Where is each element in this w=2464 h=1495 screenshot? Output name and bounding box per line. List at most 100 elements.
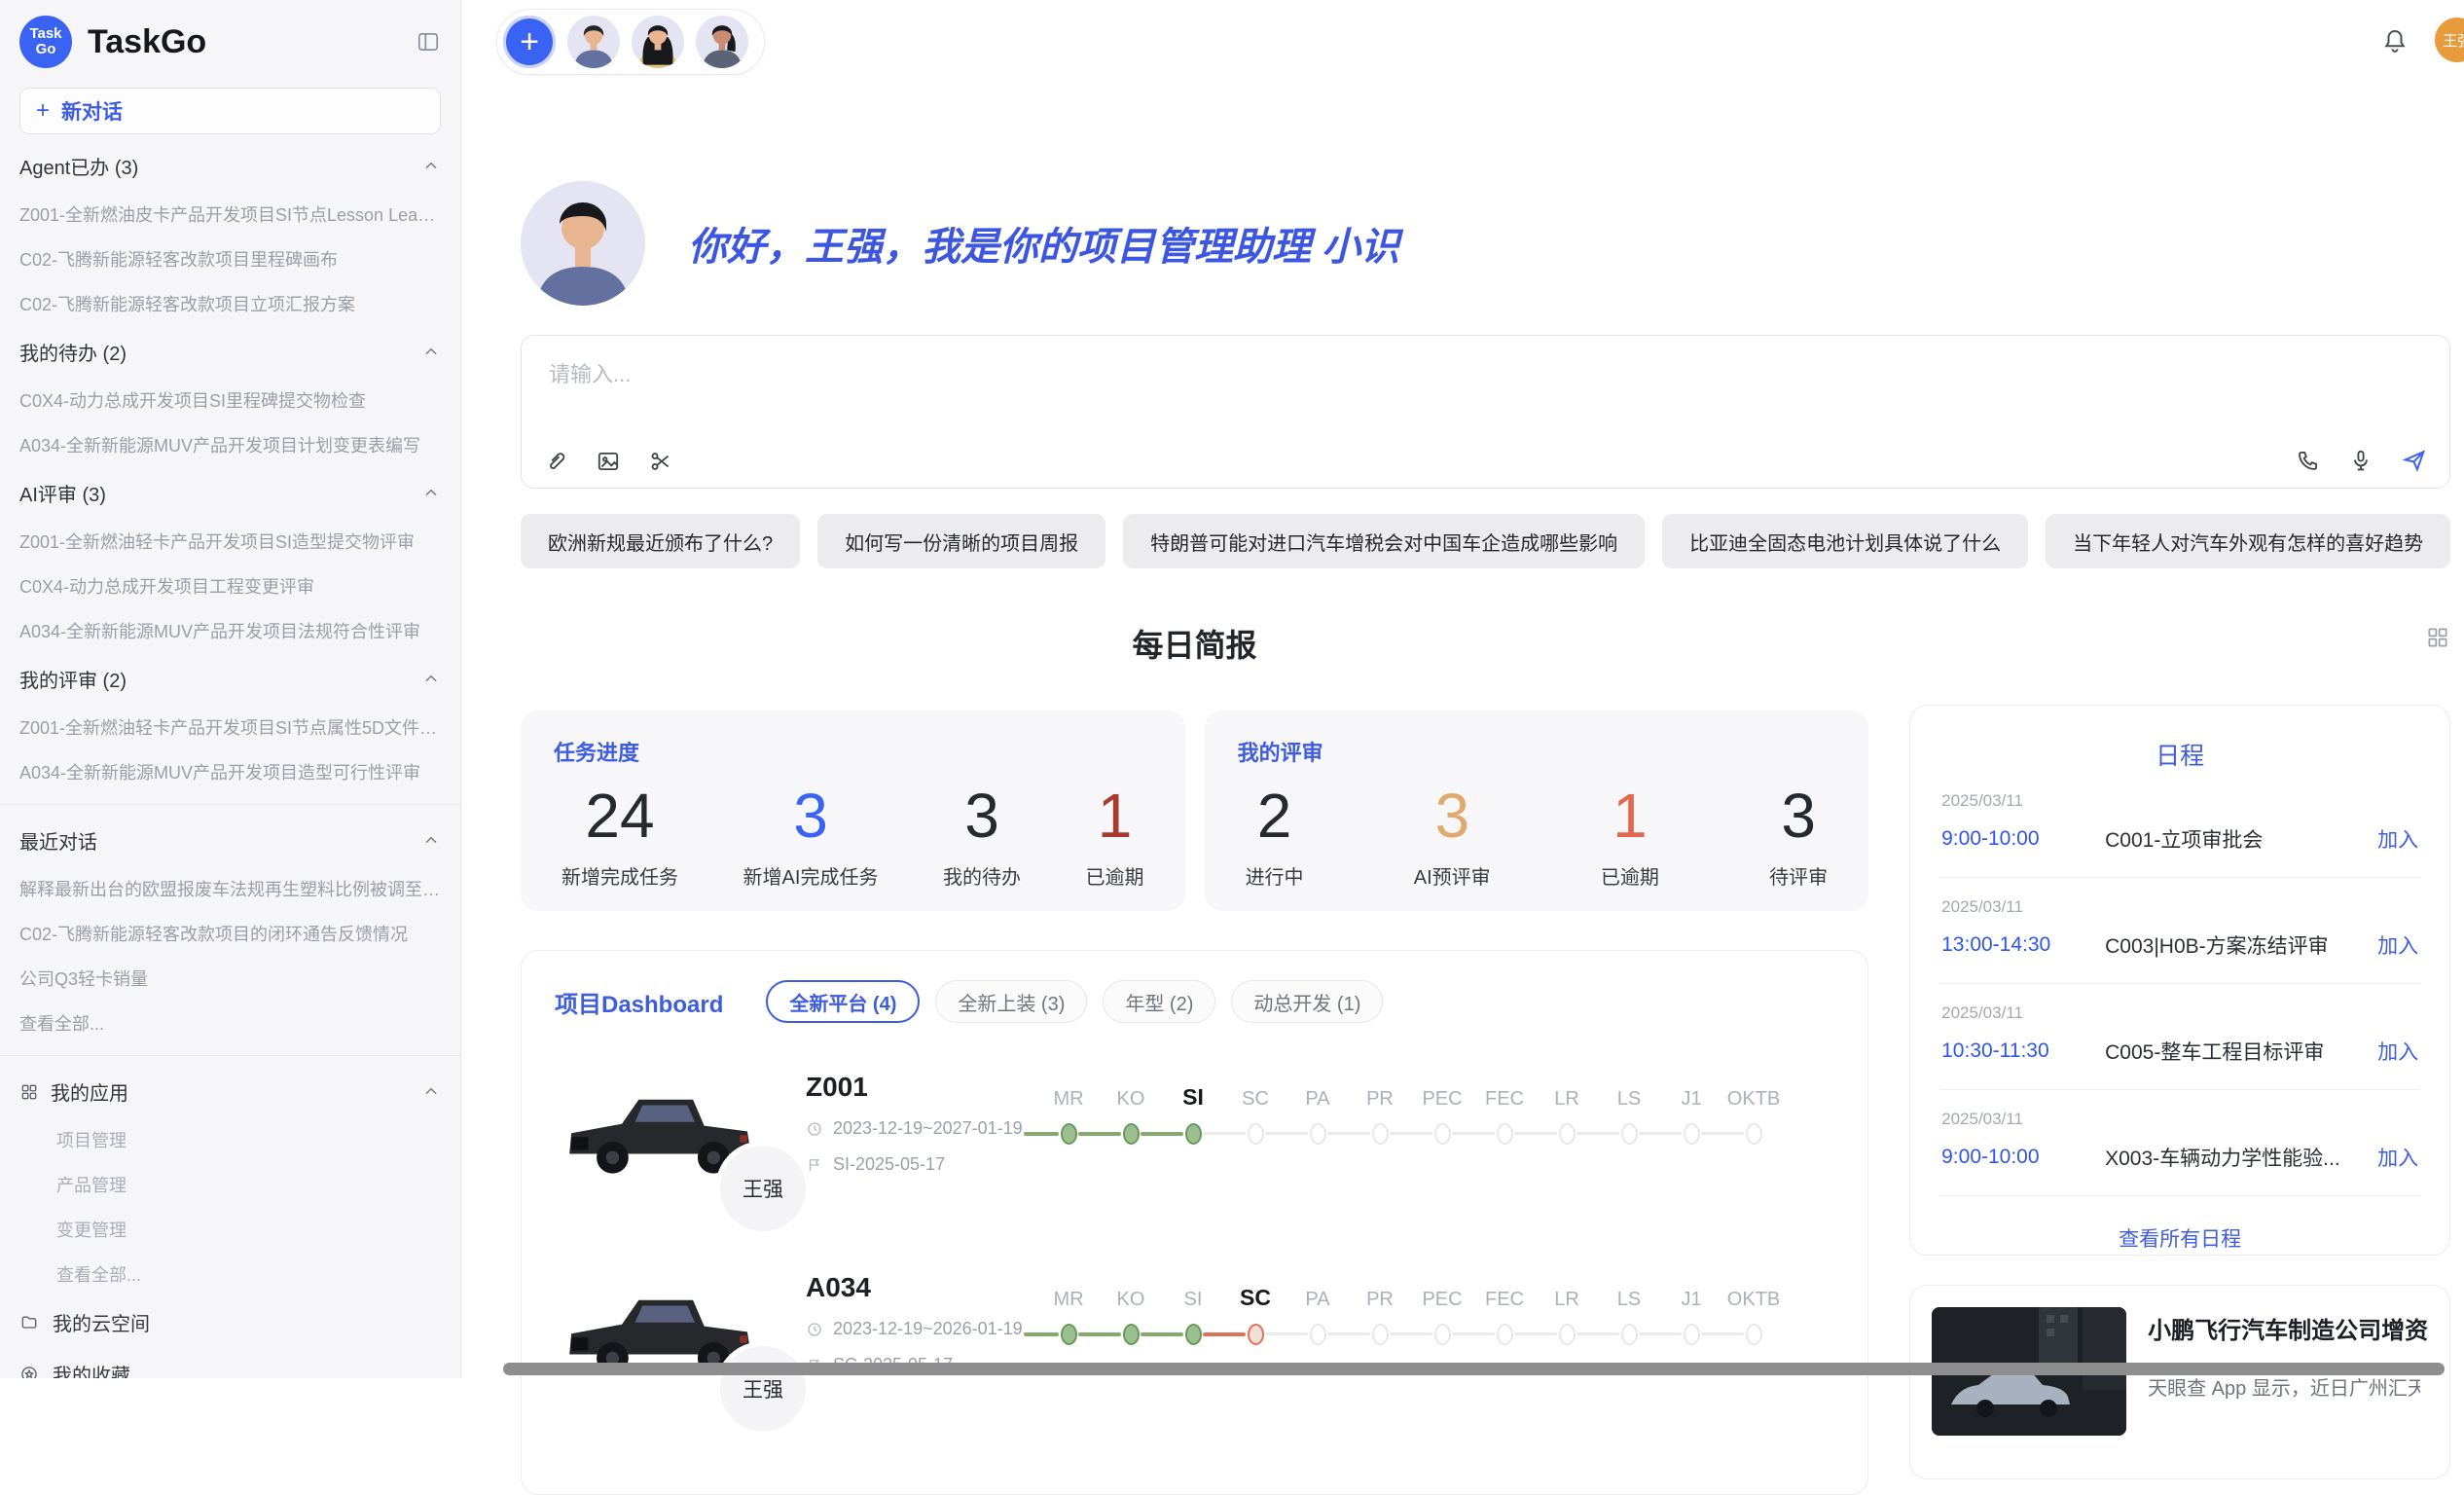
suggestion-chip[interactable]: 当下年轻人对汽车外观有怎样的喜好趋势 (2046, 514, 2450, 568)
suggestion-chip[interactable]: 特朗普可能对进口汽车增税会对中国车企造成哪些影响 (1123, 514, 1645, 568)
sidebar-item[interactable]: Z001-全新燃油皮卡产品开发项目SI节点Lesson Learn报告 (0, 192, 460, 237)
milestone[interactable]: OKTB (1722, 1076, 1785, 1145)
sidebar-group-header[interactable]: Agent已办 (3) (0, 140, 460, 192)
sidebar-app-item[interactable]: 变更管理 (0, 1207, 460, 1252)
milestone-label: LR (1554, 1076, 1579, 1111)
sidebar-group-title: 我的评审 (2) (19, 665, 127, 693)
project-owner-avatar[interactable]: 王强 (720, 1346, 806, 1432)
attachment-icon[interactable] (543, 449, 568, 474)
sidebar-group-items: C0X4-动力总成开发项目SI里程碑提交物检查A034-全新新能源MUV产品开发… (0, 378, 460, 467)
event-name[interactable]: X003-车辆动力学性能验... (2105, 1143, 2377, 1172)
sidebar-item[interactable]: A034-全新新能源MUV产品开发项目造型可行性评审 (0, 749, 460, 794)
event-time: 9:00-10:00 (1941, 1146, 2105, 1169)
sidebar-collapse-icon[interactable] (416, 29, 441, 55)
user-avatar[interactable]: 王强 (2435, 18, 2464, 62)
send-icon[interactable] (2401, 447, 2428, 474)
agent-avatar[interactable] (632, 16, 684, 68)
event-name[interactable]: C001-立项审批会 (2105, 824, 2377, 854)
sidebar-item[interactable]: A034-全新新能源MUV产品开发项目计划变更表编写 (0, 422, 460, 467)
scissors-icon[interactable] (648, 449, 673, 474)
sidebar-group-header[interactable]: 我的评审 (2) (0, 653, 460, 705)
agent-avatar[interactable] (696, 16, 748, 68)
milestone-label: MR (1053, 1276, 1083, 1311)
milestone-connector (1203, 1332, 1246, 1336)
horizontal-scrollbar[interactable] (503, 1363, 2445, 1375)
recent-chats-header[interactable]: 最近对话 (0, 815, 460, 866)
briefing-grid-icon[interactable] (2425, 625, 2450, 650)
sidebar-item[interactable]: C02-飞腾新能源轻客改款项目里程碑画布 (0, 237, 460, 281)
milestone-label: LS (1617, 1276, 1641, 1311)
project-owner-avatar[interactable]: 王强 (720, 1146, 806, 1231)
event-join-link[interactable]: 加入 (2377, 930, 2418, 960)
milestone-label: SI (1184, 1276, 1203, 1311)
sidebar-app-item[interactable]: 项目管理 (0, 1117, 460, 1162)
view-all-schedule-link[interactable]: 查看所有日程 (1939, 1223, 2420, 1253)
sidebar-item[interactable]: C02-飞腾新能源轻客改款项目的闭环通告反馈情况 (0, 911, 460, 956)
milestone-dot (1746, 1324, 1762, 1345)
sidebar-item[interactable]: 解释最新出台的欧盟报废车法规再生塑料比例被调至15%... (0, 866, 460, 911)
news-card[interactable]: 小鹏飞行汽车制造公司增资 天眼查 App 显示，近日广州汇天飞行汽... (1909, 1285, 2450, 1479)
notification-bell-icon[interactable] (2380, 25, 2410, 55)
dashboard-tabs: 全新平台 (4) 全新上装 (3) 年型 (2) 动总开发 (1) (766, 980, 1383, 1023)
milestone-label: OKTB (1727, 1076, 1780, 1111)
project-code[interactable]: Z001 (806, 1072, 1037, 1103)
milestone-dot (1061, 1123, 1077, 1145)
event-join-link[interactable]: 加入 (2377, 1143, 2418, 1172)
project-info: A034 2023-12-19~2026-01-19 SC-2025-05-17 (806, 1268, 1037, 1375)
sidebar-item[interactable]: 公司Q3轻卡销量 (0, 956, 460, 1001)
dashboard-filter-tab[interactable]: 年型 (2) (1103, 980, 1215, 1023)
sidebar-item-favorites[interactable]: 我的收藏 (0, 1348, 460, 1378)
sidebar-group-title: AI评审 (3) (19, 479, 106, 507)
event-join-link[interactable]: 加入 (2377, 824, 2418, 854)
event-name[interactable]: C005-整车工程目标评审 (2105, 1037, 2377, 1066)
stat-value: 3 (793, 771, 828, 861)
milestone-dot (1248, 1324, 1264, 1345)
image-icon[interactable] (596, 449, 621, 474)
top-bar: + 王强 (496, 0, 2450, 76)
sidebar-app-item[interactable]: 产品管理 (0, 1162, 460, 1207)
chevron-up-icon (421, 157, 441, 176)
dashboard-filter-tab[interactable]: 动总开发 (1) (1231, 980, 1383, 1023)
stat-value: 3 (1781, 771, 1816, 861)
project-date-range: 2023-12-19~2026-01-19 (833, 1319, 1023, 1339)
sidebar: Task Go TaskGo + 新对话 Agent已办 (3) Z001-全新… (0, 0, 461, 1378)
project-code[interactable]: A034 (806, 1272, 1037, 1303)
chat-input[interactable] (547, 355, 2428, 435)
milestone-timeline: MR KO SI SC PA PR PEC FEC LR LS (1037, 1068, 1834, 1145)
microphone-icon[interactable] (2348, 448, 2373, 473)
sidebar-item[interactable]: Z001-全新燃油轻卡产品开发项目SI节点属性5D文件评审 (0, 705, 460, 749)
milestone-label: LR (1554, 1276, 1579, 1311)
sidebar-item[interactable]: C0X4-动力总成开发项目工程变更评审 (0, 564, 460, 608)
milestone-dot (1185, 1123, 1202, 1145)
sidebar-item[interactable]: A034-全新新能源MUV产品开发项目法规符合性评审 (0, 608, 460, 653)
my-apps-header[interactable]: 我的应用 (0, 1066, 460, 1117)
suggestion-chip[interactable]: 如何写一份清晰的项目周报 (817, 514, 1105, 568)
milestone-label: LS (1617, 1076, 1641, 1111)
stat-cards: 任务进度 24 新增完成任务 3 新增AI完成任务 3 我的待办 1 已逾期 我… (521, 711, 1868, 911)
sidebar-item[interactable]: 查看全部... (0, 1001, 460, 1045)
milestone[interactable]: OKTB (1722, 1276, 1785, 1345)
sidebar-group-items: Z001-全新燃油轻卡产品开发项目SI造型提交物评审C0X4-动力总成开发项目工… (0, 519, 460, 653)
sidebar-group-header[interactable]: 我的待办 (2) (0, 326, 460, 378)
agent-avatar[interactable] (567, 16, 620, 68)
event-name[interactable]: C003|H0B-方案冻结评审 (2105, 930, 2377, 960)
sidebar-app-item[interactable]: 查看全部... (0, 1252, 460, 1296)
new-chat-button[interactable]: + 新对话 (19, 88, 441, 134)
dashboard-filter-tab[interactable]: 全新平台 (4) (766, 980, 920, 1023)
phone-icon[interactable] (2296, 448, 2321, 473)
dashboard-filter-tab[interactable]: 全新上装 (3) (935, 980, 1087, 1023)
stat-label: 我的待办 (943, 861, 1021, 890)
add-agent-button[interactable]: + (503, 16, 556, 68)
suggestion-chip[interactable]: 欧洲新规最近颁布了什么? (521, 514, 800, 568)
sidebar-item[interactable]: C02-飞腾新能源轻客改款项目立项汇报方案 (0, 281, 460, 326)
sidebar-item[interactable]: C0X4-动力总成开发项目SI里程碑提交物检查 (0, 378, 460, 422)
milestone-dot (1746, 1123, 1762, 1145)
sidebar-item[interactable]: Z001-全新燃油轻卡产品开发项目SI造型提交物评审 (0, 519, 460, 564)
sidebar-item-cloud-space[interactable]: 我的云空间 (0, 1296, 460, 1348)
sidebar-group-header[interactable]: AI评审 (3) (0, 467, 460, 519)
chevron-up-icon (421, 484, 441, 503)
suggestion-chip[interactable]: 比亚迪全固态电池计划具体说了什么 (1662, 514, 2028, 568)
event-join-link[interactable]: 加入 (2377, 1037, 2418, 1066)
milestone-dot (1123, 1324, 1140, 1345)
milestone-connector (1141, 1332, 1183, 1336)
